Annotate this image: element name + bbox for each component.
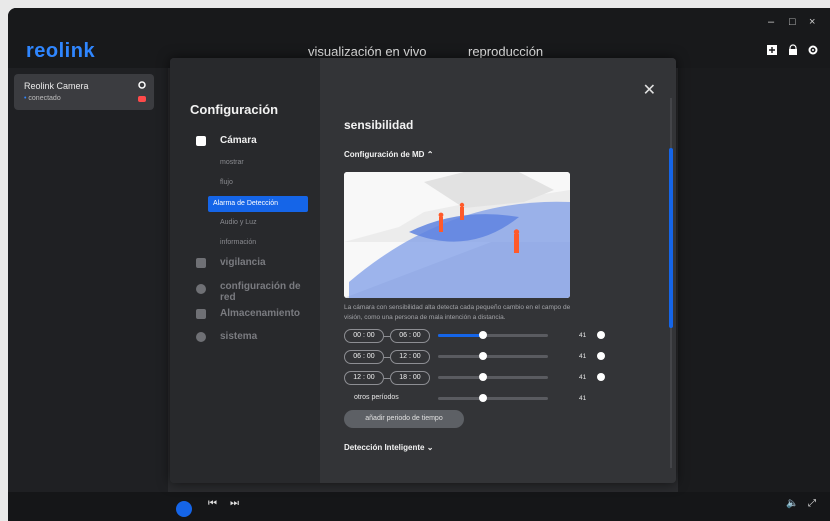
time-end[interactable]: 12 : 00 bbox=[390, 350, 430, 364]
sensitivity-value: 41 bbox=[579, 395, 587, 402]
menu-sistema[interactable]: sistema bbox=[220, 331, 257, 342]
settings-content: ✕ sensibilidad Configuración de MD ⌃ La … bbox=[320, 58, 676, 483]
settings-modal: Configuración Cámara mostrar flujo Alarm… bbox=[170, 58, 676, 483]
submenu-flujo[interactable]: flujo bbox=[220, 179, 233, 186]
close-window-icon[interactable]: × bbox=[809, 16, 815, 28]
md-config-title[interactable]: Configuración de MD ⌃ bbox=[344, 150, 433, 159]
time-end[interactable]: 06 : 00 bbox=[390, 329, 430, 343]
menu-almacenamiento[interactable]: Almacenamiento bbox=[220, 308, 300, 319]
time-start[interactable]: 12 : 00 bbox=[344, 371, 384, 385]
smart-detection-toggle[interactable]: Detección Inteligente ⌄ bbox=[344, 443, 433, 452]
gear-icon bbox=[196, 332, 206, 342]
period-toggle[interactable] bbox=[597, 331, 605, 339]
add-period-button[interactable]: añadir periodo de tiempo bbox=[344, 410, 464, 428]
section-title: sensibilidad bbox=[344, 118, 414, 132]
time-start[interactable]: 00 : 00 bbox=[344, 329, 384, 343]
period-toggle[interactable] bbox=[597, 352, 605, 360]
settings-menu: Configuración Cámara mostrar flujo Alarm… bbox=[170, 58, 320, 483]
md-config-label: Configuración de MD bbox=[344, 150, 425, 159]
sensitivity-value: 41 bbox=[579, 353, 587, 360]
time-start[interactable]: 06 : 00 bbox=[344, 350, 384, 364]
slider-knob[interactable] bbox=[479, 331, 488, 339]
chevron-up-icon: ⌃ bbox=[426, 150, 434, 159]
time-end[interactable]: 18 : 00 bbox=[390, 371, 430, 385]
period-toggle[interactable] bbox=[597, 373, 605, 381]
minimize-icon[interactable]: – bbox=[768, 16, 774, 28]
sensitivity-value: 41 bbox=[579, 332, 587, 339]
app-window: reolink visualización en vivo reproducci… bbox=[8, 8, 830, 521]
fullscreen-icon[interactable]: ⤢ bbox=[808, 498, 816, 509]
previous-icon[interactable]: ⏮ bbox=[208, 498, 217, 509]
camera-name: Reolink Camera bbox=[24, 81, 89, 91]
volume-icon[interactable]: 🔈 bbox=[786, 498, 798, 509]
submenu-alarma[interactable]: Alarma de Detección bbox=[208, 196, 308, 212]
storage-icon bbox=[196, 309, 206, 319]
network-icon bbox=[196, 284, 206, 294]
bottom-bar bbox=[8, 492, 830, 521]
slider-knob[interactable] bbox=[479, 352, 488, 360]
slider-fill bbox=[438, 334, 484, 337]
gear-icon[interactable] bbox=[807, 44, 819, 56]
reolink-logo: reolink bbox=[26, 40, 96, 62]
sensitivity-description: La cámara con sensibilidad alta detecta … bbox=[344, 304, 571, 321]
scrollbar-thumb[interactable] bbox=[669, 148, 673, 328]
sensitivity-slider[interactable] bbox=[438, 331, 548, 339]
camera-icon bbox=[196, 136, 206, 146]
menu-red[interactable]: configuración de red bbox=[220, 281, 312, 303]
close-icon[interactable]: ✕ bbox=[643, 80, 656, 100]
nav-playback[interactable]: reproducción bbox=[468, 44, 543, 59]
device-sidebar bbox=[8, 68, 168, 521]
shield-icon bbox=[196, 258, 206, 268]
sensitivity-value: 41 bbox=[579, 374, 587, 381]
add-icon[interactable] bbox=[766, 44, 778, 56]
sensitivity-slider[interactable] bbox=[438, 352, 548, 360]
live-view-area bbox=[678, 68, 830, 492]
other-periods-label: otros períodos bbox=[354, 394, 399, 401]
sensitivity-slider[interactable] bbox=[438, 394, 548, 402]
maximize-icon[interactable]: □ bbox=[789, 16, 796, 28]
camera-card[interactable]: Reolink Camera conectado bbox=[14, 74, 154, 110]
nav-live[interactable]: visualización en vivo bbox=[308, 44, 427, 59]
camera-status-icon bbox=[138, 96, 146, 102]
collapse-sidebar-button[interactable] bbox=[176, 501, 192, 517]
menu-camera[interactable]: Cámara bbox=[220, 135, 257, 146]
submenu-informacion[interactable]: información bbox=[220, 239, 256, 246]
smart-detection-label: Detección Inteligente bbox=[344, 443, 425, 452]
camera-settings-icon[interactable] bbox=[138, 81, 146, 89]
settings-title: Configuración bbox=[190, 102, 279, 117]
slider-knob[interactable] bbox=[479, 373, 488, 381]
menu-vigilancia[interactable]: vigilancia bbox=[220, 257, 266, 268]
slider-knob[interactable] bbox=[479, 394, 488, 402]
submenu-audio-luz[interactable]: Audio y Luz bbox=[220, 219, 257, 226]
sensitivity-slider[interactable] bbox=[438, 373, 548, 381]
next-icon[interactable]: ⏭ bbox=[230, 498, 239, 509]
sensitivity-illustration bbox=[344, 172, 570, 298]
lock-icon[interactable] bbox=[787, 44, 799, 56]
camera-status: conectado bbox=[24, 95, 60, 102]
submenu-mostrar[interactable]: mostrar bbox=[220, 159, 244, 166]
chevron-down-icon: ⌄ bbox=[426, 443, 434, 452]
